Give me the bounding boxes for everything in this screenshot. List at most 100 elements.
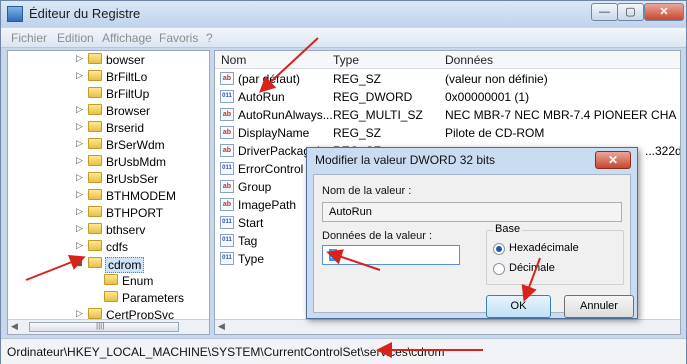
close-button[interactable]: ✕ <box>644 3 684 21</box>
tree-item-brusbser[interactable]: ▷ BrUsbSer <box>8 170 209 188</box>
value-data-input[interactable]: 1 <box>322 245 460 265</box>
expand-arrow-icon[interactable]: ▷ <box>76 223 83 234</box>
value-data: (valeur non définie) <box>445 72 548 86</box>
value-name: ErrorControl <box>238 162 304 176</box>
value-name: (par défaut) <box>238 72 301 86</box>
tree-item-bthserv[interactable]: ▷ bthserv <box>8 221 209 239</box>
string-value-icon: ab <box>220 180 234 193</box>
tree-item-cdrom[interactable]: ◢ cdrom <box>8 255 209 273</box>
registry-path: Ordinateur\HKEY_LOCAL_MACHINE\SYSTEM\Cur… <box>7 345 445 359</box>
folder-icon <box>88 240 102 251</box>
dialog-body: Nom de la valeur : AutoRun Données de la… <box>313 174 634 318</box>
value-type: REG_DWORD <box>333 90 413 104</box>
collapse-arrow-icon[interactable]: ◢ <box>75 257 82 268</box>
binary-value-icon: 011 <box>220 252 234 265</box>
value-row-displayname[interactable]: ab DisplayName REG_SZ Pilote de CD-ROM <box>215 124 680 142</box>
tree-item-brusbmdm[interactable]: ▷ BrUsbMdm <box>8 153 209 171</box>
tree-horizontal-scrollbar[interactable]: ◀ |||| <box>8 319 209 334</box>
tree-item-cdfs[interactable]: ▷ cdfs <box>8 238 209 256</box>
value-name: Tag <box>238 234 258 248</box>
expand-arrow-icon[interactable]: ▷ <box>76 70 83 81</box>
tree-item-label: Enum <box>122 274 154 288</box>
value-row-autorunalways[interactable]: ab AutoRunAlways... REG_MULTI_SZ NEC MBR… <box>215 106 680 124</box>
folder-icon <box>88 308 102 319</box>
tree-item-brserid[interactable]: ▷ Brserid <box>8 119 209 137</box>
tree-item-brfiltup[interactable]: BrFiltUp <box>8 85 209 103</box>
folder-icon <box>88 121 102 132</box>
folder-icon <box>88 206 102 217</box>
tree-item-brserwdm[interactable]: ▷ BrSerWdm <box>8 136 209 154</box>
maximize-button[interactable]: ▢ <box>617 3 644 21</box>
tree-item-parameters[interactable]: Parameters <box>8 289 209 307</box>
tree-item-label: BTHPORT <box>106 206 164 220</box>
expand-arrow-icon[interactable]: ▷ <box>76 53 83 64</box>
folder-icon <box>104 274 118 285</box>
radio-decimal-label[interactable]: Décimale <box>509 262 555 274</box>
expand-arrow-icon[interactable]: ▷ <box>76 240 83 251</box>
folder-open-icon <box>88 257 102 268</box>
tree-item-label: BrSerWdm <box>106 138 165 152</box>
tree-item-enum[interactable]: Enum <box>8 272 209 290</box>
folder-icon <box>88 70 102 81</box>
menu-fichier[interactable]: Fichier <box>11 31 47 45</box>
radio-hexadecimal-label[interactable]: Hexadécimale <box>509 242 579 254</box>
dialog-close-button[interactable]: ✕ <box>595 151 631 169</box>
value-name: ImagePath <box>238 198 297 212</box>
expand-arrow-icon[interactable]: ▷ <box>76 172 83 183</box>
tree-item-bthmodem[interactable]: ▷ BTHMODEM <box>8 187 209 205</box>
window-title: Éditeur du Registre <box>29 6 141 21</box>
string-value-icon: ab <box>220 198 234 211</box>
tree-item-label: cdrom <box>105 257 145 273</box>
expand-arrow-icon[interactable]: ▷ <box>76 155 83 166</box>
tree-item-label: BrFiltUp <box>106 87 150 101</box>
string-value-icon: ab <box>220 144 234 157</box>
ok-button[interactable]: OK <box>486 295 551 318</box>
tree-item-label: BrFiltLo <box>106 70 148 84</box>
expand-arrow-icon[interactable]: ▷ <box>76 104 83 115</box>
value-data: ...322d <box>645 144 681 158</box>
tree-item-label: BrUsbSer <box>106 172 159 186</box>
scroll-thumb[interactable]: |||| <box>29 321 179 332</box>
menu-edition[interactable]: Edition <box>57 31 94 45</box>
title-bar: Éditeur du Registre — ▢ ✕ <box>1 1 686 27</box>
cancel-button[interactable]: Annuler <box>564 295 634 318</box>
column-type[interactable]: Type <box>333 53 359 67</box>
binary-value-icon: 011 <box>220 216 234 229</box>
scroll-left-icon[interactable]: ◀ <box>218 321 225 332</box>
list-header: Nom Type Données <box>215 51 680 69</box>
scroll-left-icon[interactable]: ◀ <box>11 321 18 332</box>
tree-item-label: Parameters <box>122 291 185 305</box>
column-data[interactable]: Données <box>445 53 493 67</box>
expand-arrow-icon[interactable]: ▷ <box>76 121 83 132</box>
folder-icon <box>88 87 102 98</box>
tree-item-bowser[interactable]: ▷ bowser <box>8 51 209 69</box>
expand-arrow-icon[interactable]: ▷ <box>76 206 83 217</box>
folder-icon <box>104 291 118 302</box>
registry-tree[interactable]: ▷ bowser ▷ BrFiltLo BrFiltUp ▷ Browser ▷… <box>7 50 210 335</box>
tree-item-label: BTHMODEM <box>106 189 176 203</box>
value-row-default[interactable]: ab (par défaut) REG_SZ (valeur non défin… <box>215 70 680 88</box>
expand-arrow-icon[interactable]: ▷ <box>76 189 83 200</box>
expand-arrow-icon[interactable]: ▷ <box>76 308 83 319</box>
tree-item-brfiltlo[interactable]: ▷ BrFiltLo <box>8 68 209 86</box>
radio-hexadecimal[interactable] <box>493 243 505 255</box>
value-name: AutoRun <box>238 90 285 104</box>
value-type: REG_SZ <box>333 72 382 86</box>
value-data-text: 1 <box>329 249 338 261</box>
expand-arrow-icon[interactable]: ▷ <box>76 138 83 149</box>
scroll-grip-icon: |||| <box>96 321 105 330</box>
column-name[interactable]: Nom <box>221 53 246 67</box>
value-name: Type <box>238 252 265 266</box>
menu-favoris[interactable]: Favoris <box>159 31 198 45</box>
value-row-autorun[interactable]: 011 AutoRun REG_DWORD 0x00000001 (1) <box>215 88 680 106</box>
menu-affichage[interactable]: Affichage <box>102 31 152 45</box>
tree-item-label: bthserv <box>106 223 146 237</box>
tree-item-bthport[interactable]: ▷ BTHPORT <box>8 204 209 222</box>
tree-item-browser[interactable]: ▷ Browser <box>8 102 209 120</box>
minimize-button[interactable]: — <box>591 3 618 21</box>
menu-help[interactable]: ? <box>206 31 213 45</box>
radio-decimal[interactable] <box>493 263 505 275</box>
string-value-icon: ab <box>220 126 234 139</box>
list-horizontal-scrollbar[interactable]: ◀ <box>215 319 680 334</box>
edit-dword-dialog: Modifier la valeur DWORD 32 bits ✕ Nom d… <box>306 147 638 319</box>
